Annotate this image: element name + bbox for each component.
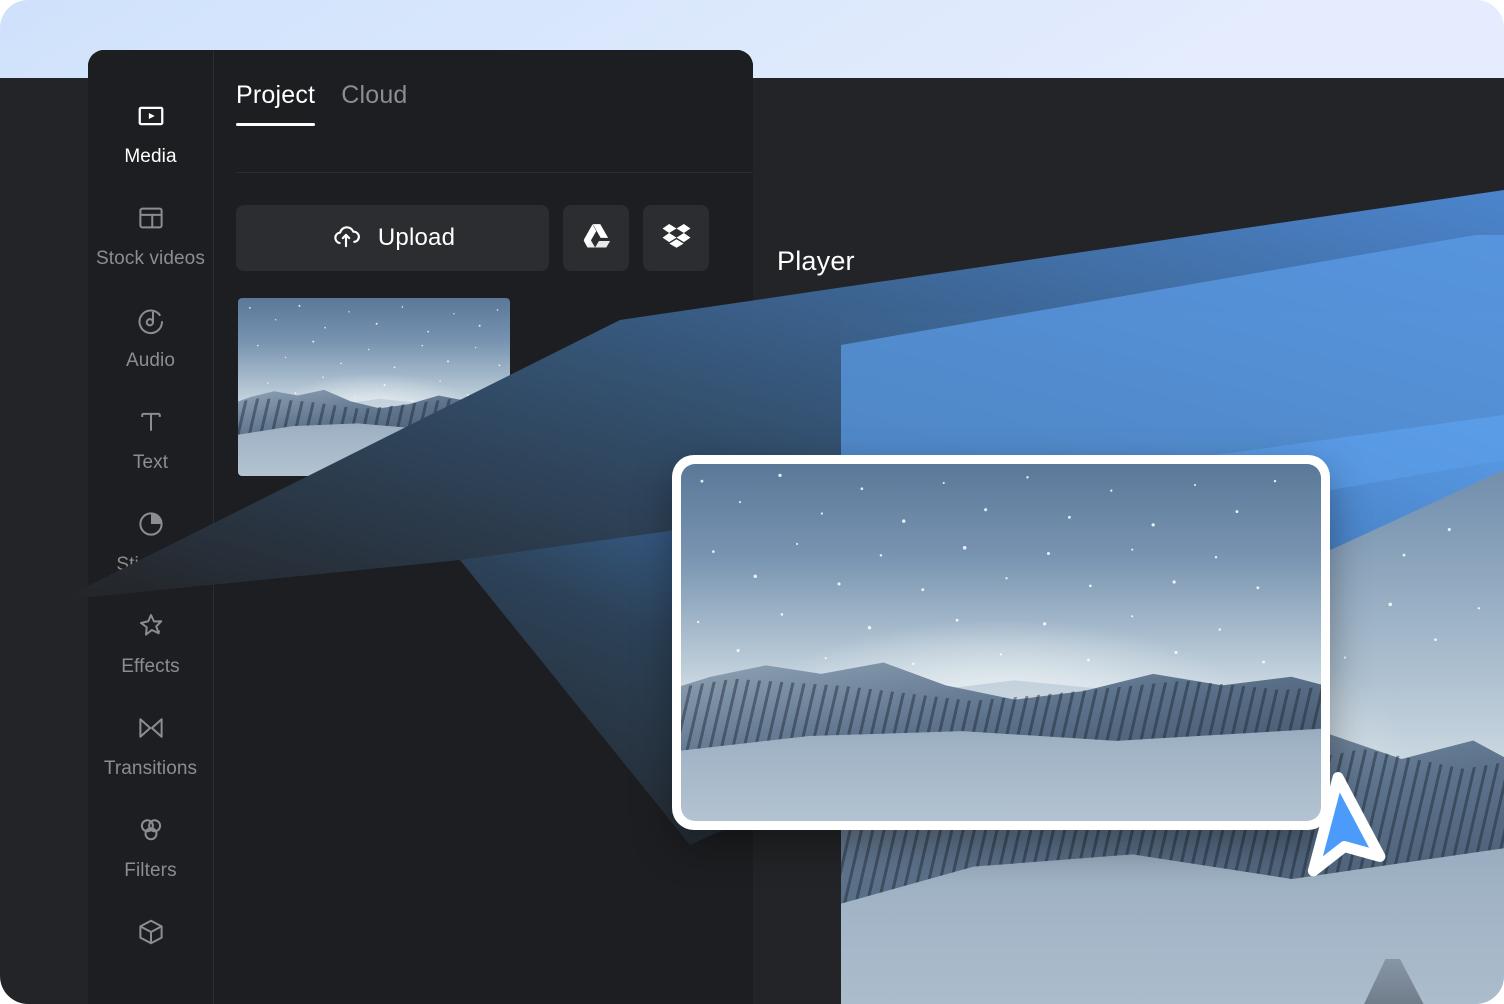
sidebar-item-label: Stickers [116, 554, 185, 575]
sidebar-item-text[interactable]: Text [88, 392, 214, 494]
sidebar-item-stock-videos[interactable]: Stock videos [88, 188, 214, 290]
sidebar-item-label: Effects [121, 656, 180, 677]
audio-note-icon [136, 300, 166, 340]
sidebar-item-label: Transitions [103, 758, 198, 779]
sidebar-item-label: Filters [124, 860, 177, 881]
media-thumbnail-image [238, 298, 510, 476]
sidebar-item-effects[interactable]: Effects [88, 596, 214, 698]
sidebar-item-filters[interactable]: Filters [88, 800, 214, 902]
media-thumbnail[interactable] [238, 298, 510, 476]
drag-preview-card[interactable] [672, 455, 1330, 830]
cube-3d-icon [136, 912, 166, 952]
sidebar-item-transitions[interactable]: Transitions [88, 698, 214, 800]
text-t-icon [136, 402, 166, 442]
sidebar-item-label: Text [132, 452, 169, 473]
sidebar-item-media[interactable]: Media [88, 86, 214, 188]
tab-project[interactable]: Project [236, 78, 316, 126]
filters-rings-icon [136, 810, 166, 850]
stars-layer [696, 473, 1277, 666]
effects-star-icon [136, 606, 166, 646]
sidebar-item-3d[interactable] [88, 902, 214, 1004]
dropbox-icon [661, 220, 692, 256]
sidebar-item-audio[interactable]: Audio [88, 290, 214, 392]
google-drive-button[interactable] [563, 205, 629, 271]
upload-button[interactable]: Upload [236, 205, 549, 271]
browser-tabs: Project Cloud [214, 50, 753, 126]
media-player-icon [136, 96, 166, 136]
player-title: Player [777, 246, 855, 276]
layout-grid-icon [136, 198, 166, 238]
dropbox-button[interactable] [643, 205, 709, 271]
drag-preview-image [681, 464, 1321, 821]
media-grid [238, 298, 510, 476]
tab-cloud[interactable]: Cloud [341, 78, 407, 126]
tabs-divider [236, 172, 753, 173]
sidebar-item-stickers[interactable]: Stickers [88, 494, 214, 596]
sidebar-item-label: Audio [125, 350, 176, 371]
upload-row: Upload [236, 205, 709, 271]
cloud-upload-icon [330, 220, 362, 257]
media-panel: Media Stock videos Audio Text Stickers E… [88, 50, 753, 1004]
sidebar-item-label: Stock videos [96, 248, 205, 269]
sidebar-item-label: Media [124, 146, 177, 167]
transitions-bowtie-icon [136, 708, 166, 748]
sticker-circle-icon [136, 504, 166, 544]
upload-button-label: Upload [377, 224, 456, 251]
tool-sidebar: Media Stock videos Audio Text Stickers E… [88, 50, 214, 1004]
google-drive-icon [581, 220, 612, 256]
